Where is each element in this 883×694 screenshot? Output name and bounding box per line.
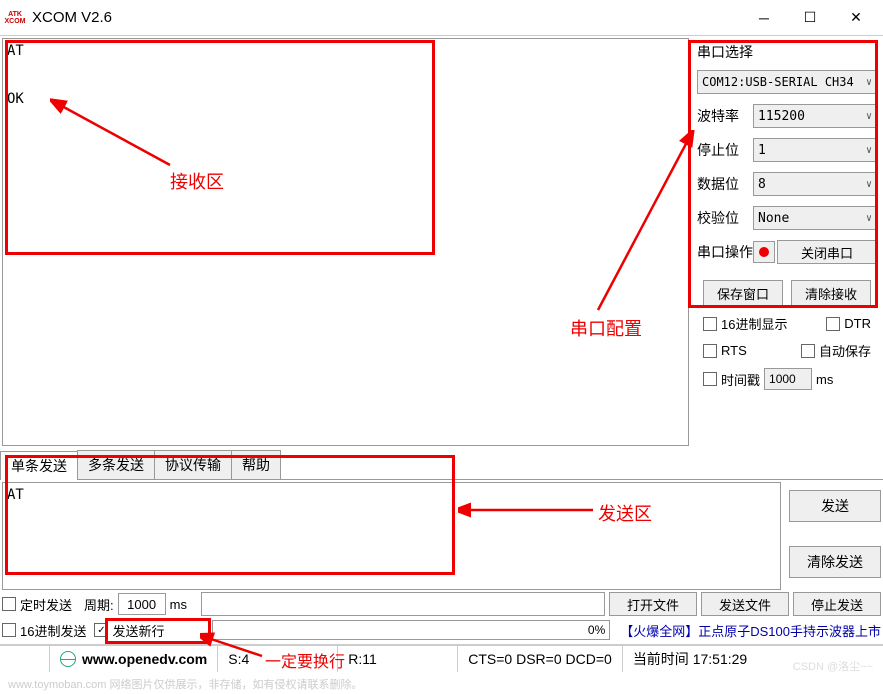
- serial-config-panel: 串口选择 COM12:USB-SERIAL CH34∨ 波特率 115200∨ …: [691, 36, 883, 448]
- close-button[interactable]: ✕: [833, 2, 879, 34]
- tab-protocol[interactable]: 协议传输: [154, 450, 232, 479]
- port-section-label: 串口选择: [697, 42, 877, 62]
- csdn-watermark: CSDN @洛尘~~: [793, 658, 873, 674]
- port-select[interactable]: COM12:USB-SERIAL CH34∨: [697, 70, 877, 94]
- status-bar: www.openedv.com S:4 R:11 CTS=0 DSR=0 DCD…: [0, 644, 883, 672]
- parity-label: 校验位: [697, 208, 753, 228]
- period-input[interactable]: [118, 593, 166, 615]
- timestamp-interval-input[interactable]: [764, 368, 812, 390]
- watermark-text: www.toymoban.com 网络图片仅供展示，非存储，如有侵权请联系删除。: [8, 676, 362, 692]
- tab-help[interactable]: 帮助: [231, 450, 281, 479]
- baud-label: 波特率: [697, 106, 753, 126]
- progress-percent: 0%: [588, 623, 605, 637]
- hex-display-checkbox[interactable]: 16进制显示: [703, 314, 826, 333]
- send-button[interactable]: 发送: [789, 490, 881, 522]
- send-newline-checkbox[interactable]: ✓发送新行: [94, 621, 164, 640]
- chevron-down-icon: ∨: [866, 145, 872, 156]
- stopbit-select[interactable]: 1∨: [753, 138, 877, 162]
- port-status-icon: [753, 241, 775, 263]
- save-window-button[interactable]: 保存窗口: [703, 280, 783, 306]
- rts-checkbox[interactable]: RTS: [703, 343, 801, 358]
- stop-send-button[interactable]: 停止发送: [793, 592, 881, 616]
- promo-link[interactable]: 【火爆全网】正点原子DS100手持示波器上市: [620, 621, 881, 640]
- file-path-input[interactable]: [201, 592, 605, 616]
- tab-multi-send[interactable]: 多条发送: [77, 450, 155, 479]
- open-file-button[interactable]: 打开文件: [609, 592, 697, 616]
- hex-send-checkbox[interactable]: 16进制发送: [2, 621, 86, 640]
- baud-select[interactable]: 115200∨: [753, 104, 877, 128]
- parity-select[interactable]: None∨: [753, 206, 877, 230]
- tab-single-send[interactable]: 单条发送: [0, 451, 78, 480]
- databit-select[interactable]: 8∨: [753, 172, 877, 196]
- databit-label: 数据位: [697, 174, 753, 194]
- ms-unit-label: ms: [816, 372, 833, 387]
- dtr-checkbox[interactable]: DTR: [826, 316, 871, 331]
- ms-unit-label: ms: [170, 597, 187, 612]
- status-spacer: [0, 646, 50, 672]
- titlebar: ATK XCOM XCOM V2.6 ─ ☐ ✕: [0, 0, 883, 36]
- chevron-down-icon: ∨: [866, 179, 872, 190]
- chevron-down-icon: ∨: [866, 77, 872, 88]
- maximize-button[interactable]: ☐: [787, 2, 833, 34]
- stopbit-label: 停止位: [697, 140, 753, 160]
- signal-status: CTS=0 DSR=0 DCD=0: [458, 646, 623, 672]
- window-title: XCOM V2.6: [32, 9, 741, 26]
- minimize-button[interactable]: ─: [741, 2, 787, 34]
- send-count: S:4: [218, 646, 338, 672]
- send-textarea[interactable]: [2, 482, 781, 590]
- autosave-checkbox[interactable]: 自动保存: [801, 341, 871, 360]
- app-icon: ATK XCOM: [4, 7, 26, 29]
- receive-count: R:11: [338, 646, 458, 672]
- send-file-button[interactable]: 发送文件: [701, 592, 789, 616]
- port-op-label: 串口操作: [697, 242, 753, 262]
- url-link[interactable]: www.openedv.com: [50, 646, 218, 672]
- send-tabs: 单条发送 多条发送 协议传输 帮助: [0, 450, 883, 480]
- progress-bar: 0%: [212, 620, 610, 640]
- clear-receive-button[interactable]: 清除接收: [791, 280, 871, 306]
- clear-send-button[interactable]: 清除发送: [789, 546, 881, 578]
- period-label: 周期:: [84, 595, 114, 614]
- chevron-down-icon: ∨: [866, 111, 872, 122]
- timed-send-checkbox[interactable]: 定时发送: [2, 595, 72, 614]
- chevron-down-icon: ∨: [866, 213, 872, 224]
- current-time: 当前时间 17:51:29: [623, 646, 757, 672]
- close-port-button[interactable]: 关闭串口: [777, 240, 877, 264]
- timestamp-checkbox[interactable]: 时间戳: [703, 370, 760, 389]
- globe-icon: [60, 651, 76, 667]
- receive-textarea[interactable]: AT OK: [2, 38, 689, 446]
